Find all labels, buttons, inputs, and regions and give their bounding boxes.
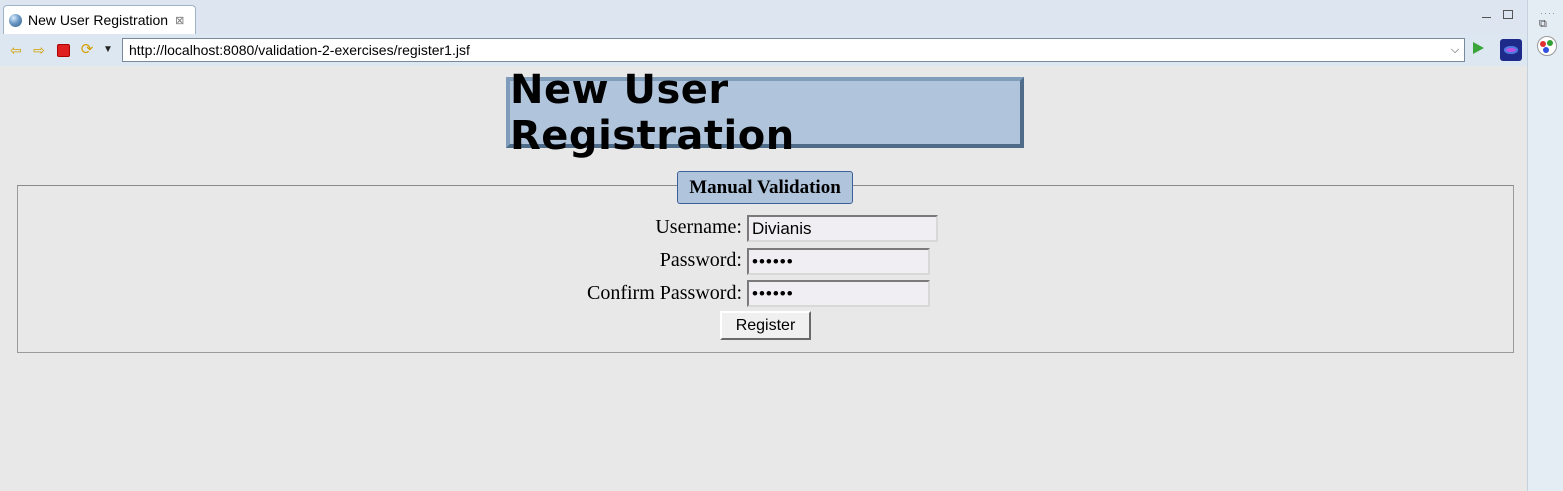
restore-icon[interactable]: ⧉ xyxy=(1539,18,1547,31)
page-title: New User Registration xyxy=(510,66,795,159)
forward-arrow-icon[interactable]: ⇨ xyxy=(31,42,47,58)
register-button[interactable]: Register xyxy=(720,311,811,340)
editor-tab-bar: New User Registration ⊠ xyxy=(0,0,1527,35)
eclipse-icon[interactable] xyxy=(1500,39,1522,61)
palette-icon[interactable] xyxy=(1537,36,1557,56)
right-trim-bar: ···· ⧉ xyxy=(1527,0,1563,491)
url-input[interactable] xyxy=(129,42,1446,58)
minimize-button[interactable] xyxy=(1481,9,1491,19)
back-arrow-icon[interactable]: ⇦ xyxy=(8,42,24,58)
password-input[interactable] xyxy=(747,248,930,275)
tab-new-user-registration[interactable]: New User Registration ⊠ xyxy=(3,5,196,34)
page-header-box: New User Registration xyxy=(506,67,1024,159)
tab-title: New User Registration xyxy=(28,12,169,28)
close-icon[interactable]: ⊠ xyxy=(175,14,184,27)
maximize-icon xyxy=(1503,9,1513,19)
maximize-button[interactable] xyxy=(1503,9,1513,19)
minimize-icon xyxy=(1481,11,1491,18)
globe-icon xyxy=(9,13,22,27)
username-input[interactable] xyxy=(747,215,938,242)
confirm-password-label: Confirm Password: xyxy=(587,282,742,304)
confirm-password-input[interactable] xyxy=(747,280,930,307)
stop-icon[interactable] xyxy=(55,42,71,58)
page-content: New User Registration Manual Validation … xyxy=(0,66,1527,491)
url-bar[interactable]: ⌵ xyxy=(122,38,1465,62)
go-icon[interactable] xyxy=(1473,42,1484,54)
chevron-down-icon[interactable]: ▼ xyxy=(100,42,116,58)
refresh-icon[interactable]: ⟳ xyxy=(79,42,95,58)
username-label: Username: xyxy=(655,216,742,238)
password-label: Password: xyxy=(659,249,742,271)
url-dropdown-icon[interactable]: ⌵ xyxy=(1446,44,1464,57)
drag-handle-icon[interactable]: ···· xyxy=(1540,8,1556,18)
fieldset-legend: Manual Validation xyxy=(677,171,853,204)
browser-toolbar: ⇦ ⇨ ⟳ ▼ ⌵ xyxy=(0,34,1527,66)
window-controls xyxy=(1481,9,1513,19)
